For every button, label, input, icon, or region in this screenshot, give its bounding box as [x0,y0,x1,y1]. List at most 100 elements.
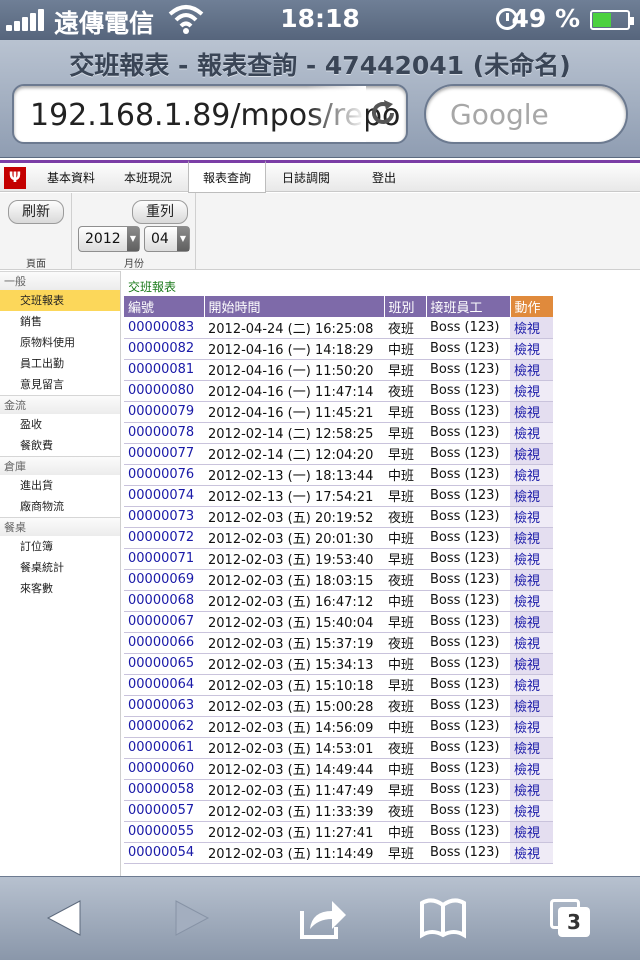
sidebar-item[interactable]: 餐桌統計 [0,557,120,578]
view-link[interactable]: 檢視 [510,716,553,738]
view-link[interactable]: 檢視 [510,821,553,843]
reload-icon[interactable] [368,98,398,128]
sidebar-item[interactable]: 訂位簿 [0,536,120,557]
shift-cell: 中班 [384,653,426,675]
sidebar-item[interactable]: 員工出勤 [0,353,120,374]
tab-log-review[interactable]: 日誌調閱 [270,163,342,191]
view-link[interactable]: 檢視 [510,464,553,486]
view-link[interactable]: 檢視 [510,758,553,780]
sidebar-item[interactable]: 交班報表 [0,290,120,311]
sidebar-item[interactable]: 來客數 [0,578,120,599]
table-row: 00000065 2012-02-03 (五) 15:34:13 中班 Boss (1… [124,653,553,675]
sidebar-item[interactable]: 廠商物流 [0,496,120,517]
view-link[interactable]: 檢視 [510,422,553,444]
url-field[interactable]: 192.168.1.89/mpos/repo [12,84,408,144]
view-link[interactable]: 檢視 [510,590,553,612]
reorder-button[interactable]: 重列 [132,200,188,224]
refresh-button[interactable]: 刷新 [8,200,64,224]
sidebar-item[interactable]: 盈收 [0,414,120,435]
search-field[interactable]: Google [424,84,628,144]
sidebar-item[interactable]: 意見留言 [0,374,120,395]
view-link[interactable]: 檢視 [510,506,553,528]
start-time-cell: 2012-02-03 (五) 14:56:09 [204,716,384,738]
view-link[interactable]: 檢視 [510,800,553,822]
tab-report-query[interactable]: 報表查詢 [188,160,266,193]
view-link[interactable]: 檢視 [510,485,553,507]
shift-id-link[interactable]: 00000054 [124,842,204,864]
shift-id-link[interactable]: 00000076 [124,464,204,486]
shift-id-link[interactable]: 00000057 [124,800,204,822]
shift-id-link[interactable]: 00000082 [124,338,204,360]
sidebar-item[interactable]: 銷售 [0,311,120,332]
shift-id-link[interactable]: 00000079 [124,401,204,423]
shift-id-link[interactable]: 00000081 [124,359,204,381]
view-link[interactable]: 檢視 [510,674,553,696]
tabs-icon[interactable]: 3 [546,895,596,941]
view-link[interactable]: 檢視 [510,338,553,360]
tab-logout[interactable]: 登出 [356,163,412,191]
shift-id-link[interactable]: 00000062 [124,716,204,738]
shift-id-link[interactable]: 00000061 [124,737,204,759]
table-row: 00000081 2012-04-16 (一) 11:50:20 早班 Boss (1… [124,359,553,381]
shift-id-link[interactable]: 00000072 [124,527,204,549]
shift-id-link[interactable]: 00000064 [124,674,204,696]
view-link[interactable]: 檢視 [510,380,553,402]
sidebar-item[interactable]: 原物料使用 [0,332,120,353]
view-link[interactable]: 檢視 [510,737,553,759]
shift-id-link[interactable]: 00000071 [124,548,204,570]
shift-id-link[interactable]: 00000060 [124,758,204,780]
shift-id-link[interactable]: 00000066 [124,632,204,654]
report-title: 交班報表 [128,280,177,294]
view-link[interactable]: 檢視 [510,569,553,591]
year-select[interactable]: 2012 ▼ [78,226,140,252]
view-link[interactable]: 檢視 [510,632,553,654]
shift-id-link[interactable]: 00000058 [124,779,204,801]
view-link[interactable]: 檢視 [510,401,553,423]
sidebar-item[interactable]: 餐飲費 [0,435,120,456]
shift-id-link[interactable]: 00000069 [124,569,204,591]
staff-cell: Boss (123) [426,716,510,738]
view-link[interactable]: 檢視 [510,527,553,549]
view-link[interactable]: 檢視 [510,443,553,465]
tab-basic-data[interactable]: 基本資料 [36,163,106,191]
view-link[interactable]: 檢視 [510,317,553,339]
month-select[interactable]: 04 ▼ [144,226,190,252]
view-link[interactable]: 檢視 [510,653,553,675]
shift-id-link[interactable]: 00000063 [124,695,204,717]
shift-id-link[interactable]: 00000080 [124,380,204,402]
month-group-label: 月份 [124,259,144,270]
staff-cell: Boss (123) [426,695,510,717]
back-icon[interactable] [40,895,90,941]
shift-cell: 早班 [384,842,426,864]
shift-cell: 夜班 [384,632,426,654]
staff-cell: Boss (123) [426,821,510,843]
view-link[interactable]: 檢視 [510,695,553,717]
shift-id-link[interactable]: 00000055 [124,821,204,843]
tab-current-shift[interactable]: 本班現況 [112,163,184,191]
shift-cell: 早班 [384,401,426,423]
view-link[interactable]: 檢視 [510,359,553,381]
view-link[interactable]: 檢視 [510,779,553,801]
shift-id-link[interactable]: 00000068 [124,590,204,612]
sidebar-section-title: 金流 [0,395,120,414]
start-time-cell: 2012-02-03 (五) 11:14:49 [204,842,384,864]
shift-id-link[interactable]: 00000065 [124,653,204,675]
shift-id-link[interactable]: 00000074 [124,485,204,507]
share-icon[interactable] [298,895,348,941]
bookmarks-icon[interactable] [418,895,468,941]
shift-id-link[interactable]: 00000073 [124,506,204,528]
staff-cell: Boss (123) [426,590,510,612]
forward-icon[interactable] [166,895,216,941]
start-time-cell: 2012-02-03 (五) 20:19:52 [204,506,384,528]
chevron-down-icon: ▼ [177,227,189,251]
view-link[interactable]: 檢視 [510,842,553,864]
table-row: 00000066 2012-02-03 (五) 15:37:19 夜班 Boss (1… [124,632,553,654]
shift-id-link[interactable]: 00000077 [124,443,204,465]
shift-id-link[interactable]: 00000083 [124,317,204,339]
shift-id-link[interactable]: 00000067 [124,611,204,633]
view-link[interactable]: 檢視 [510,548,553,570]
sidebar-item[interactable]: 進出貨 [0,475,120,496]
shift-id-link[interactable]: 00000078 [124,422,204,444]
start-time-cell: 2012-02-03 (五) 16:47:12 [204,590,384,612]
view-link[interactable]: 檢視 [510,611,553,633]
